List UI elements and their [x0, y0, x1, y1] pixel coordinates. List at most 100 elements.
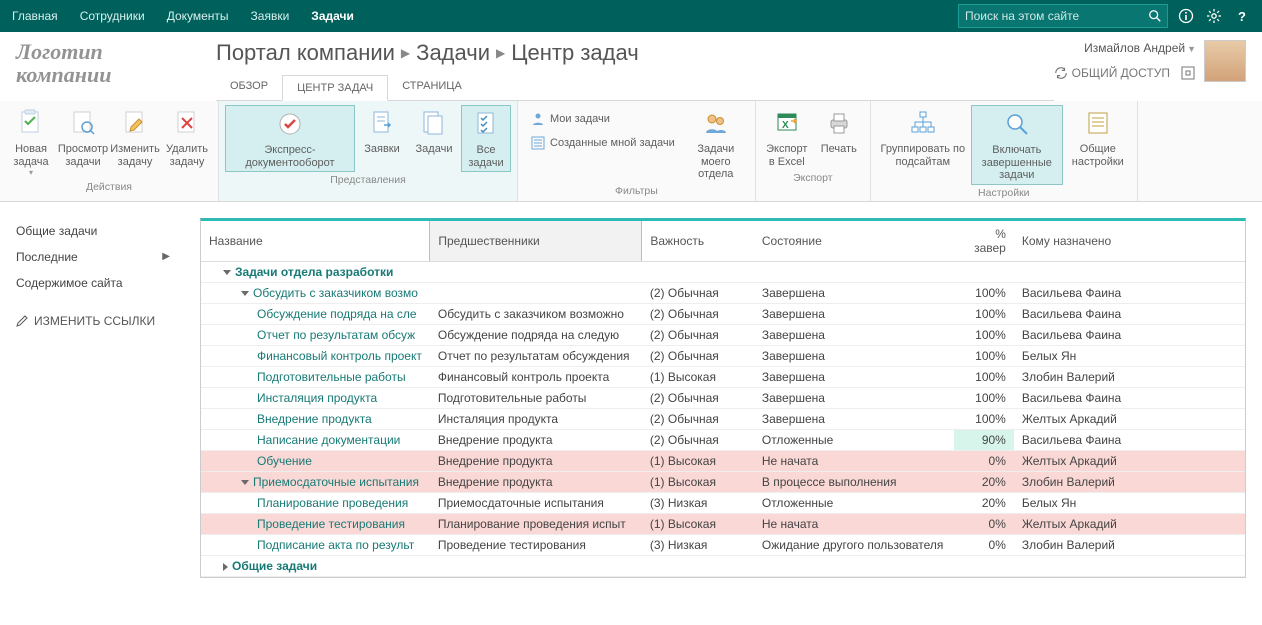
group-row-common[interactable]: Общие задачи: [201, 555, 1245, 576]
express-docflow-button[interactable]: Экспресс-документооборот: [225, 105, 355, 172]
help-icon[interactable]: ?: [1234, 8, 1250, 24]
delete-task-button[interactable]: Удалить задачу: [162, 105, 212, 170]
requests-view-button[interactable]: Заявки: [357, 105, 407, 158]
print-button[interactable]: Печать: [814, 105, 864, 158]
search-icon[interactable]: [1143, 5, 1167, 27]
col-importance[interactable]: Важность: [642, 221, 754, 262]
all-tasks-button[interactable]: Все задачи: [461, 105, 511, 172]
list-icon: [530, 135, 546, 151]
ribbon-group-label-views: Представления: [330, 172, 406, 186]
my-tasks-filter[interactable]: Мои задачи: [526, 109, 679, 129]
col-percent[interactable]: % завер: [954, 221, 1014, 262]
topnav-home[interactable]: Главная: [12, 9, 58, 23]
table-row[interactable]: Подписание акта по результПроведение тес…: [201, 534, 1245, 555]
table-row[interactable]: ОбучениеВнедрение продукта(1) ВысокаяНе …: [201, 450, 1245, 471]
top-icons: ?: [1178, 8, 1250, 24]
tasks-view-button[interactable]: Задачи: [409, 105, 459, 158]
info-icon[interactable]: [1178, 8, 1194, 24]
view-task-button[interactable]: Просмотр задачи: [58, 105, 108, 170]
table-row[interactable]: Внедрение продуктаИнсталяция продукта(2)…: [201, 408, 1245, 429]
table-row[interactable]: Написание документацииВнедрение продукта…: [201, 429, 1245, 450]
tasks-icon: [418, 107, 450, 139]
table-row[interactable]: Финансовый контроль проектОтчет по резул…: [201, 345, 1245, 366]
topnav-requests[interactable]: Заявки: [251, 9, 290, 23]
magnifier-icon: [1001, 108, 1033, 140]
gear-icon[interactable]: [1206, 8, 1222, 24]
ribbon-group-label-export: Экспорт: [793, 170, 832, 184]
table-row[interactable]: Приемосдаточные испытанияВнедрение проду…: [201, 471, 1245, 492]
edit-task-icon: [119, 107, 151, 139]
excel-icon: X: [771, 107, 803, 139]
col-state[interactable]: Состояние: [754, 221, 954, 262]
tab-page[interactable]: СТРАНИЦА: [388, 74, 476, 100]
ribbon: Новая задача▾ Просмотр задачи Изменить з…: [0, 101, 1262, 202]
edit-links-button[interactable]: ИЗМЕНИТЬ ССЫЛКИ: [16, 314, 190, 328]
express-docflow-icon: [274, 108, 306, 140]
ribbon-group-settings: Группировать по подсайтам Включать завер…: [871, 101, 1138, 201]
ribbon-group-label-filters: Фильтры: [615, 183, 658, 197]
user-menu[interactable]: Измайлов Андрей▼: [1084, 41, 1196, 55]
breadcrumb: Портал компании ▶ Задачи ▶ Центр задач: [216, 40, 1054, 66]
chevron-right-icon: ▶: [496, 46, 505, 60]
dept-tasks-filter[interactable]: Задачи моего отдела: [683, 105, 749, 183]
topnav-tasks[interactable]: Задачи: [311, 9, 354, 23]
search-box[interactable]: [958, 4, 1168, 28]
page-tabs: ОБЗОР ЦЕНТР ЗАДАЧ СТРАНИЦА: [216, 74, 1054, 101]
svg-text:X: X: [782, 120, 789, 131]
crumb-tasks[interactable]: Задачи: [416, 40, 490, 66]
ribbon-group-filters: Мои задачи Созданные мной задачи Задачи …: [518, 101, 756, 201]
content-row: Общие задачи Последние▶ Содержимое сайта…: [0, 202, 1262, 608]
table-row[interactable]: Проведение тестированияПланирование пров…: [201, 513, 1245, 534]
table-row[interactable]: Отчет по результатам обсужОбсуждение под…: [201, 324, 1245, 345]
tab-task-center[interactable]: ЦЕНТР ЗАДАЧ: [282, 75, 388, 101]
group-icon: [700, 107, 732, 139]
share-button[interactable]: ОБЩИЙ ДОСТУП: [1054, 66, 1170, 80]
table-row[interactable]: Обсуждение подряда на слеОбсудить с зака…: [201, 303, 1245, 324]
table-row[interactable]: Планирование проведенияПриемосдаточные и…: [201, 492, 1245, 513]
chevron-down-icon: ▾: [29, 168, 33, 177]
topnav-employees[interactable]: Сотрудники: [80, 9, 145, 23]
new-task-button[interactable]: Новая задача▾: [6, 105, 56, 179]
edit-task-button[interactable]: Изменить задачу: [110, 105, 160, 170]
created-by-me-filter[interactable]: Созданные мной задачи: [526, 133, 679, 153]
leftnav-site-contents[interactable]: Содержимое сайта: [16, 270, 190, 296]
left-nav: Общие задачи Последние▶ Содержимое сайта…: [0, 202, 200, 608]
common-settings-button[interactable]: Общие настройки: [1065, 105, 1131, 170]
new-task-icon: [15, 107, 47, 139]
tab-overview[interactable]: ОБЗОР: [216, 74, 282, 100]
col-name[interactable]: Название: [201, 221, 430, 262]
group-row-dev[interactable]: Задачи отдела разработки: [201, 261, 1245, 282]
table-row[interactable]: Обсудить с заказчиком возмо(2) ОбычнаяЗа…: [201, 282, 1245, 303]
search-input[interactable]: [959, 9, 1143, 23]
requests-icon: [366, 107, 398, 139]
chevron-right-icon: ▶: [401, 46, 410, 60]
table-row[interactable]: Подготовительные работыФинансовый контро…: [201, 366, 1245, 387]
include-completed-button[interactable]: Включать завершенные задачи: [971, 105, 1063, 185]
table-row[interactable]: Инсталяция продуктаПодготовительные рабо…: [201, 387, 1245, 408]
svg-text:?: ?: [1238, 9, 1246, 24]
group-by-subsites-button[interactable]: Группировать по подсайтам: [877, 105, 969, 170]
logo-line1: Логотип: [16, 40, 216, 63]
ribbon-group-label-settings: Настройки: [978, 185, 1030, 199]
avatar[interactable]: [1204, 40, 1246, 82]
topnav-documents[interactable]: Документы: [167, 9, 229, 23]
delete-task-icon: [171, 107, 203, 139]
leftnav-recent[interactable]: Последние▶: [16, 244, 190, 270]
company-logo: Логотип компании: [16, 40, 216, 86]
crumb-task-center: Центр задач: [511, 40, 638, 66]
col-assigned[interactable]: Кому назначено: [1014, 221, 1245, 262]
all-tasks-icon: [470, 108, 502, 140]
hierarchy-icon: [907, 107, 939, 139]
ribbon-group-export: X Экспорт в Excel Печать Экспорт: [756, 101, 871, 201]
leftnav-shared-tasks[interactable]: Общие задачи: [16, 218, 190, 244]
crumb-portal[interactable]: Портал компании: [216, 40, 395, 66]
ribbon-group-views: Экспресс-документооборот Заявки Задачи В…: [219, 101, 518, 201]
col-predecessors[interactable]: Предшественники: [430, 221, 642, 262]
view-task-icon: [67, 107, 99, 139]
top-nav: Главная Сотрудники Документы Заявки Зада…: [12, 9, 354, 23]
settings-list-icon: [1082, 107, 1114, 139]
export-excel-button[interactable]: X Экспорт в Excel: [762, 105, 812, 170]
chevron-down-icon: ▼: [1187, 44, 1196, 54]
share-label: ОБЩИЙ ДОСТУП: [1072, 66, 1170, 80]
focus-icon[interactable]: [1180, 65, 1196, 81]
